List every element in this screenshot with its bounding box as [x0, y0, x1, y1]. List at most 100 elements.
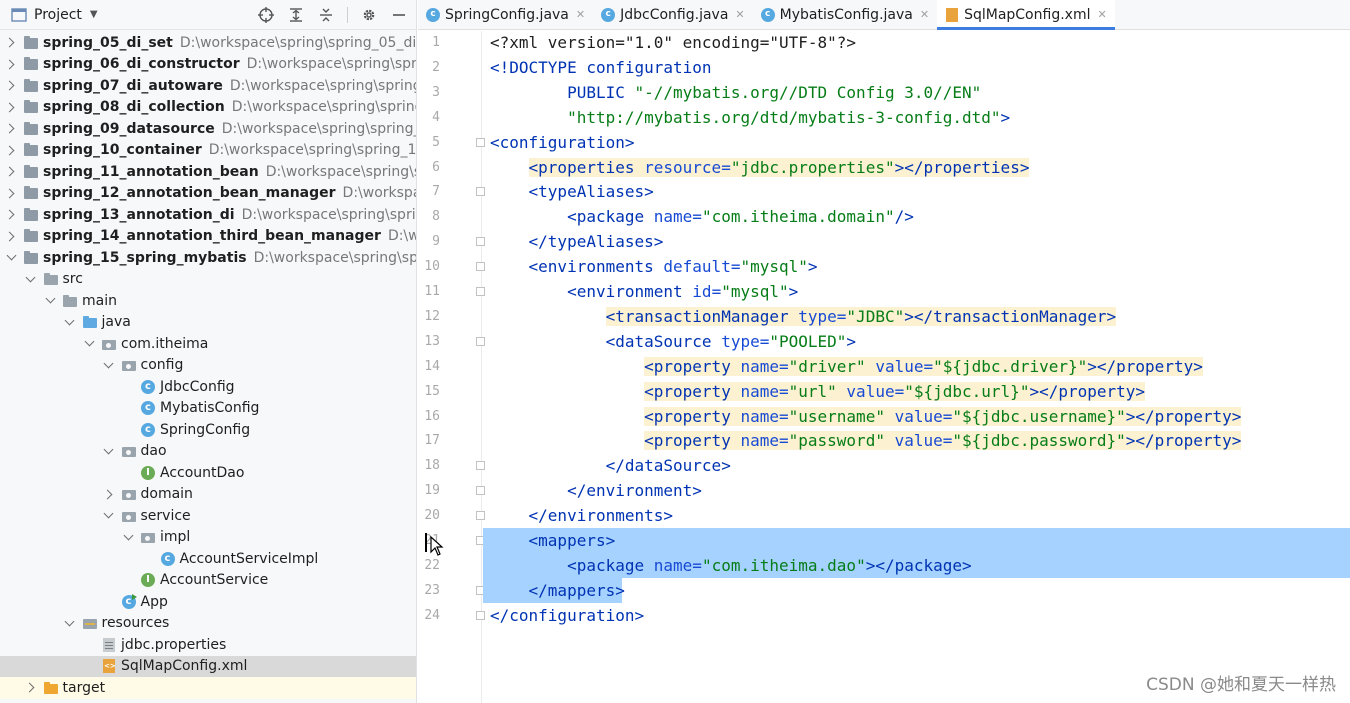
- code-line[interactable]: <mappers>: [483, 528, 1350, 553]
- tree-node-java[interactable]: java: [0, 312, 416, 334]
- tree-node-main[interactable]: main: [0, 290, 416, 312]
- expand-all-icon[interactable]: [287, 6, 305, 24]
- chevron-down-icon[interactable]: [64, 617, 76, 629]
- code-line[interactable]: </environment>: [483, 478, 1350, 503]
- chevron-right-icon[interactable]: [5, 230, 17, 242]
- tree-node-label: impl: [160, 529, 191, 546]
- tree-node-spring-06-di-constructor[interactable]: spring_06_di_constructor D:\workspace\spr…: [0, 54, 416, 76]
- code-line[interactable]: <properties resource="jdbc.properties"><…: [483, 155, 1350, 180]
- code-line[interactable]: </configuration>: [483, 603, 1350, 628]
- tree-node-spring-09-datasource[interactable]: spring_09_datasource D:\workspace\spring\…: [0, 118, 416, 140]
- tree-node-app[interactable]: App: [0, 591, 416, 613]
- chevron-down-icon[interactable]: [122, 531, 134, 543]
- chevron-right-icon[interactable]: [103, 488, 115, 500]
- chevron-down-icon[interactable]: [103, 359, 115, 371]
- code-line[interactable]: <transactionManager type="JDBC"></transa…: [483, 304, 1350, 329]
- code-line[interactable]: </mappers>: [483, 577, 625, 603]
- chevron-right-icon[interactable]: [5, 80, 17, 92]
- code-line[interactable]: <configuration>: [483, 130, 1350, 155]
- tree-node-spring-11-annotation-bean[interactable]: spring_11_annotation_bean D:\workspace\sp…: [0, 161, 416, 183]
- tab-mybatisconfig-java[interactable]: MybatisConfig.java ✕: [753, 0, 937, 29]
- tree-node-target[interactable]: target: [0, 677, 416, 699]
- chevron-right-icon[interactable]: [5, 123, 17, 135]
- chevron-right-icon[interactable]: [5, 209, 17, 221]
- collapse-all-icon[interactable]: [317, 6, 335, 24]
- code-line[interactable]: <property name="url" value="${jdbc.url}"…: [483, 379, 1350, 404]
- tree-node-spring-08-di-collection[interactable]: spring_08_di_collection D:\workspace\spri…: [0, 97, 416, 119]
- pkg-icon: [121, 357, 137, 373]
- code-line[interactable]: <package name="com.itheima.domain"/>: [483, 204, 1350, 229]
- code-editor[interactable]: 123456789101112131415161718192021222324 …: [418, 31, 1350, 703]
- tree-node-springconfig[interactable]: SpringConfig: [0, 419, 416, 441]
- tree-node-mybatisconfig[interactable]: MybatisConfig: [0, 398, 416, 420]
- code-line[interactable]: <?xml version="1.0" encoding="UTF-8"?>: [483, 30, 1350, 55]
- tree-node-config[interactable]: config: [0, 355, 416, 377]
- code-line[interactable]: "http://mybatis.org/dtd/mybatis-3-config…: [483, 105, 1350, 130]
- code-line[interactable]: <typeAliases>: [483, 179, 1350, 204]
- chevron-right-icon[interactable]: [5, 101, 17, 113]
- code-line[interactable]: <property name="driver" value="${jdbc.dr…: [483, 354, 1350, 379]
- project-view-dropdown-icon[interactable]: ▼: [90, 9, 98, 20]
- minimize-icon[interactable]: [390, 6, 408, 24]
- tree-node-com-itheima[interactable]: com.itheima: [0, 333, 416, 355]
- tree-node-accountserviceimpl[interactable]: AccountServiceImpl: [0, 548, 416, 570]
- tree-node-accountdao[interactable]: AccountDao: [0, 462, 416, 484]
- tree-node-jdbc-properties[interactable]: jdbc.properties: [0, 634, 416, 656]
- tree-node-accountservice[interactable]: AccountService: [0, 570, 416, 592]
- close-icon[interactable]: ✕: [920, 8, 929, 21]
- tree-node-service[interactable]: service: [0, 505, 416, 527]
- tree-node-resources[interactable]: resources: [0, 613, 416, 635]
- tree-node-jdbcconfig[interactable]: JdbcConfig: [0, 376, 416, 398]
- chevron-right-icon[interactable]: [5, 144, 17, 156]
- chevron-down-icon[interactable]: [64, 316, 76, 328]
- tree-node-spring-14-annotation-third-bean-manager[interactable]: spring_14_annotation_third_bean_manager D…: [0, 226, 416, 248]
- tree-node-spring-05-di-set[interactable]: spring_05_di_set D:\workspace\spring\spri…: [0, 32, 416, 54]
- chevron-down-icon[interactable]: [44, 295, 56, 307]
- tree-node-spring-07-di-autoware[interactable]: spring_07_di_autoware D:\workspace\spring…: [0, 75, 416, 97]
- tree-node-spring-15-spring-mybatis[interactable]: spring_15_spring_mybatis D:\workspace\spr…: [0, 247, 416, 269]
- close-icon[interactable]: ✕: [735, 8, 744, 21]
- tree-node-spring-13-annotation-di[interactable]: spring_13_annotation_di D:\workspace\spri…: [0, 204, 416, 226]
- code-line[interactable]: PUBLIC "-//mybatis.org//DTD Config 3.0//…: [483, 80, 1350, 105]
- project-view-title[interactable]: Project: [34, 7, 82, 23]
- tree-node-sqlmapconfig-xml[interactable]: SqlMapConfig.xml: [0, 655, 416, 677]
- tree-node-spring-10-container[interactable]: spring_10_container D:\workspace\spring\s…: [0, 140, 416, 162]
- code-token-str: "com.itheima.dao": [701, 555, 866, 575]
- code-line[interactable]: <dataSource type="POOLED">: [483, 329, 1350, 354]
- code-line[interactable]: <environments default="mysql">: [483, 254, 1350, 279]
- chevron-down-icon[interactable]: [103, 445, 115, 457]
- code-line[interactable]: <!DOCTYPE configuration: [483, 55, 1350, 80]
- close-icon[interactable]: ✕: [1097, 8, 1106, 21]
- code-line[interactable]: </dataSource>: [483, 453, 1350, 478]
- chevron-right-icon[interactable]: [5, 166, 17, 178]
- tree-node-src[interactable]: src: [0, 269, 416, 291]
- tree-node-impl[interactable]: impl: [0, 527, 416, 549]
- chevron-right-icon[interactable]: [25, 682, 37, 694]
- code-area[interactable]: <?xml version="1.0" encoding="UTF-8"?> <!…: [483, 31, 1350, 703]
- tab-springconfig-java[interactable]: SpringConfig.java ✕: [418, 0, 593, 29]
- code-line[interactable]: <property name="password" value="${jdbc.…: [483, 428, 1350, 453]
- chevron-down-icon[interactable]: [5, 252, 17, 264]
- chevron-down-icon[interactable]: [25, 273, 37, 285]
- chevron-right-icon[interactable]: [5, 58, 17, 70]
- code-line[interactable]: <property name="username" value="${jdbc.…: [483, 404, 1350, 429]
- text-caret: [425, 533, 427, 552]
- chevron-down-icon[interactable]: [83, 338, 95, 350]
- tree-node-spring-12-annotation-bean-manager[interactable]: spring_12_annotation_bean_manager D:\work…: [0, 183, 416, 205]
- tab-jdbcconfig-java[interactable]: JdbcConfig.java ✕: [593, 0, 753, 29]
- close-icon[interactable]: ✕: [576, 8, 585, 21]
- code-line[interactable]: <package name="com.itheima.dao"></packag…: [483, 552, 1350, 578]
- code-line[interactable]: </typeAliases>: [483, 229, 1350, 254]
- tab-sqlmapconfig-xml[interactable]: SqlMapConfig.xml ✕: [937, 0, 1115, 30]
- gear-icon[interactable]: [360, 6, 378, 24]
- chevron-right-icon[interactable]: [5, 37, 17, 49]
- chevron-down-icon[interactable]: [103, 510, 115, 522]
- tree-node-domain[interactable]: domain: [0, 484, 416, 506]
- target-icon[interactable]: [257, 6, 275, 24]
- tree-node-dao[interactable]: dao: [0, 441, 416, 463]
- code-line[interactable]: </environments>: [483, 503, 1350, 528]
- chevron-right-icon[interactable]: [5, 187, 17, 199]
- code-line[interactable]: <environment id="mysql">: [483, 279, 1350, 304]
